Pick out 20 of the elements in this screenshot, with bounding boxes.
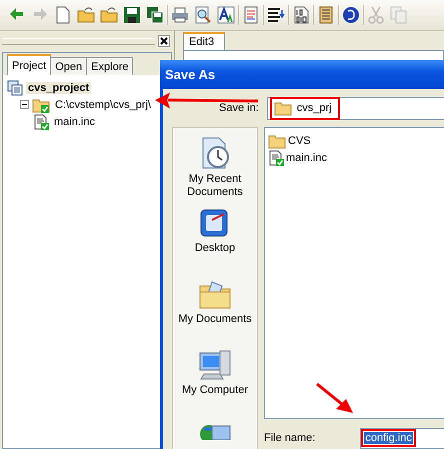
panel-tab[interactable]: Open	[50, 57, 88, 75]
panel-tab[interactable]: Explore	[86, 57, 134, 75]
tree-item[interactable]: C:\cvstemp\cvs_prj\	[53, 98, 153, 110]
dialog-title: Save As	[165, 67, 216, 82]
save-in-value: cvs_prj	[296, 102, 332, 114]
file-item[interactable]: CVS	[288, 134, 311, 146]
save-in-dropdown[interactable]: cvs_prj	[266, 96, 444, 120]
file-name-field[interactable]: config.inc	[360, 428, 444, 448]
file-item[interactable]: main.inc	[286, 152, 327, 164]
save-in-label: Save in:	[219, 102, 259, 114]
editor-tab[interactable]: Edit3	[183, 32, 226, 50]
panel-tab[interactable]: Project	[7, 54, 52, 75]
place-label[interactable]: My Computer	[182, 384, 248, 397]
tree-item[interactable]: main.inc	[52, 116, 97, 128]
tree-item[interactable]: cvs_project	[26, 82, 92, 94]
file-name-value: config.inc	[364, 432, 413, 444]
place-label[interactable]: My Documents	[178, 313, 252, 326]
place-label[interactable]: My Recent Documents	[173, 173, 257, 199]
place-label[interactable]: Desktop	[194, 242, 236, 255]
file-name-label: File name:	[264, 432, 316, 444]
